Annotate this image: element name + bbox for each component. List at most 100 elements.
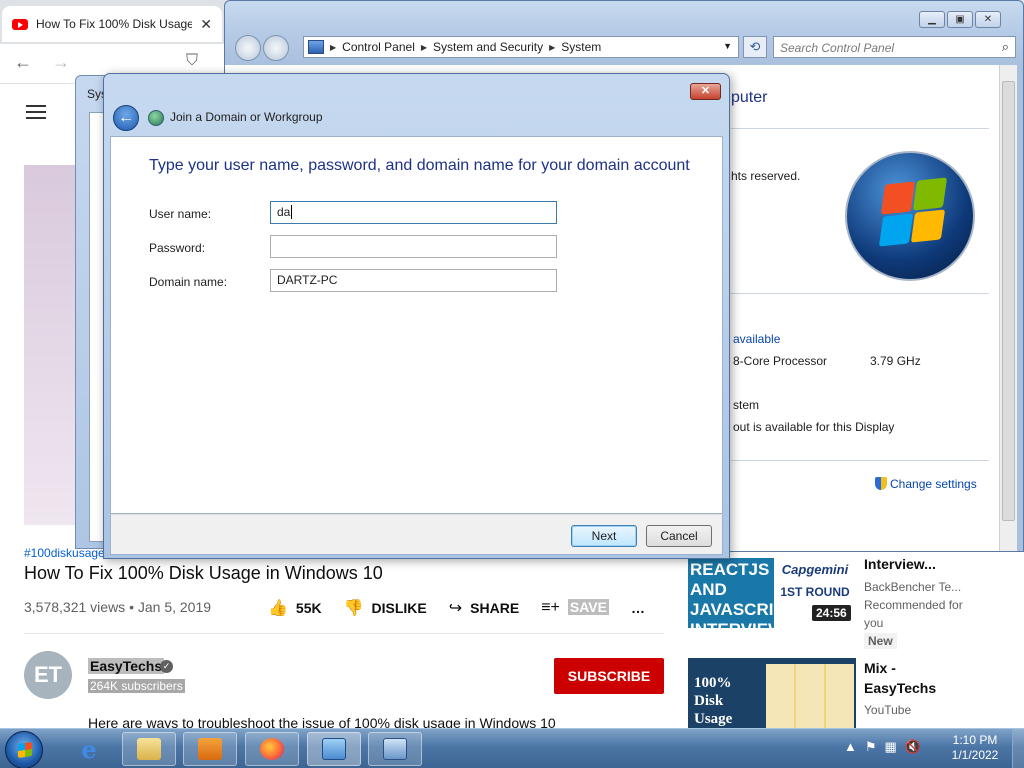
menu-icon[interactable] <box>26 105 46 119</box>
clock-time: 1:10 PM <box>952 733 998 747</box>
uac-shield-icon <box>875 477 887 490</box>
refresh-button[interactable]: ⟲ <box>743 36 767 58</box>
verified-icon: ✓ <box>160 660 173 673</box>
share-label: SHARE <box>470 600 520 616</box>
close-button[interactable]: ✕ <box>690 83 721 100</box>
internet-explorer-icon: e <box>81 734 97 764</box>
close-button[interactable]: ✕ <box>975 11 1001 28</box>
domain-label: Domain name: <box>149 275 228 289</box>
more-actions-button[interactable]: … <box>631 600 645 616</box>
maximize-button[interactable]: ▣ <box>947 11 973 28</box>
recommended-video-title[interactable]: Interview... <box>864 556 936 572</box>
taskbar-media-player[interactable] <box>183 732 237 766</box>
minimize-button[interactable]: ▁ <box>919 11 945 28</box>
folder-icon <box>137 738 161 760</box>
search-icon[interactable]: ⌕ <box>1002 39 1009 55</box>
close-tab-icon[interactable]: ✕ <box>200 16 212 33</box>
breadcrumb-system[interactable]: System <box>561 40 601 54</box>
taskbar-system-properties[interactable] <box>368 732 422 766</box>
taskbar-internet-explorer[interactable]: e <box>62 732 116 766</box>
vertical-scrollbar[interactable] <box>999 65 1017 551</box>
shield-icon[interactable]: ⛉ <box>186 52 198 70</box>
copyright-text: hts reserved. <box>731 169 801 183</box>
save-button[interactable]: ≡+ SAVE <box>541 599 609 617</box>
mix-title-2[interactable]: EasyTechs <box>864 680 936 696</box>
channel-name[interactable]: EasyTechs <box>88 658 165 674</box>
playlist-add-icon: ≡+ <box>541 599 560 616</box>
search-placeholder: Search Control Panel <box>780 41 895 55</box>
mix-title[interactable]: Mix - <box>864 660 896 676</box>
show-desktop-button[interactable] <box>1012 729 1024 768</box>
dialog-title: Join a Domain or Workgroup <box>170 110 323 124</box>
cancel-button[interactable]: Cancel <box>646 525 712 547</box>
search-input[interactable]: Search Control Panel ⌕ <box>773 36 1016 58</box>
channel-avatar[interactable]: ET <box>24 651 72 699</box>
subscribe-button[interactable]: SUBSCRIBE <box>554 658 664 694</box>
scrollbar-thumb[interactable] <box>1002 81 1015 521</box>
thumbnail-round: 1ST ROUND <box>780 585 850 599</box>
processor-speed: 3.79 GHz <box>870 354 921 368</box>
pen-touch-value: out is available for this Display <box>733 420 895 434</box>
firefox-icon <box>260 738 284 760</box>
start-button[interactable] <box>5 731 43 768</box>
chevron-right-icon[interactable]: ▶ <box>421 43 427 52</box>
network-icon[interactable]: ▦ <box>885 739 897 755</box>
save-label: SAVE <box>567 599 609 615</box>
back-arrow-icon[interactable]: ← <box>14 52 32 73</box>
thumbnail-table-image <box>766 664 854 728</box>
taskbar-control-panel[interactable] <box>307 732 361 766</box>
back-arrow-button[interactable]: ← <box>113 105 139 131</box>
control-panel-icon <box>322 738 346 760</box>
tab-youtube[interactable]: How To Fix 100% Disk Usage in ✕ <box>2 6 222 42</box>
video-duration: 24:56 <box>812 605 851 621</box>
show-hidden-icons-icon[interactable]: ▲ <box>844 739 857 755</box>
divider <box>731 460 989 461</box>
next-button[interactable]: Next <box>571 525 637 547</box>
chevron-right-icon[interactable]: ▶ <box>330 43 336 52</box>
forward-button[interactable] <box>263 35 289 61</box>
share-button[interactable]: ↪ SHARE <box>449 598 519 618</box>
system-tray: ▲ ⚑ ▦ 🔇 <box>844 739 921 755</box>
breadcrumb-system-security[interactable]: System and Security <box>433 40 543 54</box>
divider <box>731 128 989 129</box>
processor-value: 8-Core Processor <box>733 354 828 368</box>
dialog-body: Type your user name, password, and domai… <box>110 136 723 514</box>
taskbar-firefox[interactable] <box>245 732 299 766</box>
like-button[interactable]: 👍 55K <box>268 598 322 618</box>
taskbar-file-explorer[interactable] <box>122 732 176 766</box>
windows-start-icon <box>18 742 32 758</box>
password-field[interactable] <box>270 235 557 258</box>
thumbs-down-icon: 👎 <box>343 600 364 617</box>
username-value: da <box>277 205 291 219</box>
clock[interactable]: 1:10 PM 1/1/2022 <box>940 733 1010 763</box>
text-caret <box>291 205 293 219</box>
back-button[interactable] <box>235 35 261 61</box>
new-badge: New <box>864 633 897 649</box>
action-center-flag-icon[interactable]: ⚑ <box>865 739 877 755</box>
page-title: puter <box>731 89 768 106</box>
breadcrumb-control-panel[interactable]: Control Panel <box>342 40 415 54</box>
username-field[interactable]: da <box>270 201 557 224</box>
recommended-reason-2: you <box>864 616 884 630</box>
window-controls: ▁ ▣ ✕ <box>919 11 1001 28</box>
thumbnail-text: 100% Disk Usage <box>694 675 733 727</box>
chevron-right-icon[interactable]: ▶ <box>549 43 555 52</box>
forward-arrow-icon[interactable]: → <box>52 52 70 73</box>
tab-title: How To Fix 100% Disk Usage in <box>36 17 193 31</box>
volume-muted-icon[interactable]: 🔇 <box>905 739 921 755</box>
dislike-button[interactable]: 👎 DISLIKE <box>344 598 427 618</box>
divider <box>24 633 664 634</box>
video-title: How To Fix 100% Disk Usage in Windows 10 <box>24 563 383 583</box>
domain-field[interactable]: DARTZ-PC <box>270 269 557 292</box>
chevron-down-icon[interactable]: ▼ <box>723 41 732 51</box>
mix-channel: YouTube <box>864 703 912 717</box>
share-icon: ↪ <box>448 600 463 617</box>
mix-video-thumbnail[interactable]: 100% Disk Usage <box>688 658 856 728</box>
change-settings-link[interactable]: Change settings <box>875 477 977 491</box>
rating-link[interactable]: available <box>733 332 780 346</box>
dialog-instruction: Type your user name, password, and domai… <box>149 157 690 174</box>
address-bar[interactable]: ▶ Control Panel ▶ System and Security ▶ … <box>303 36 739 58</box>
username-label: User name: <box>149 207 212 221</box>
video-description: Here are ways to troubleshoot the issue … <box>88 715 556 728</box>
video-player[interactable] <box>24 165 80 525</box>
